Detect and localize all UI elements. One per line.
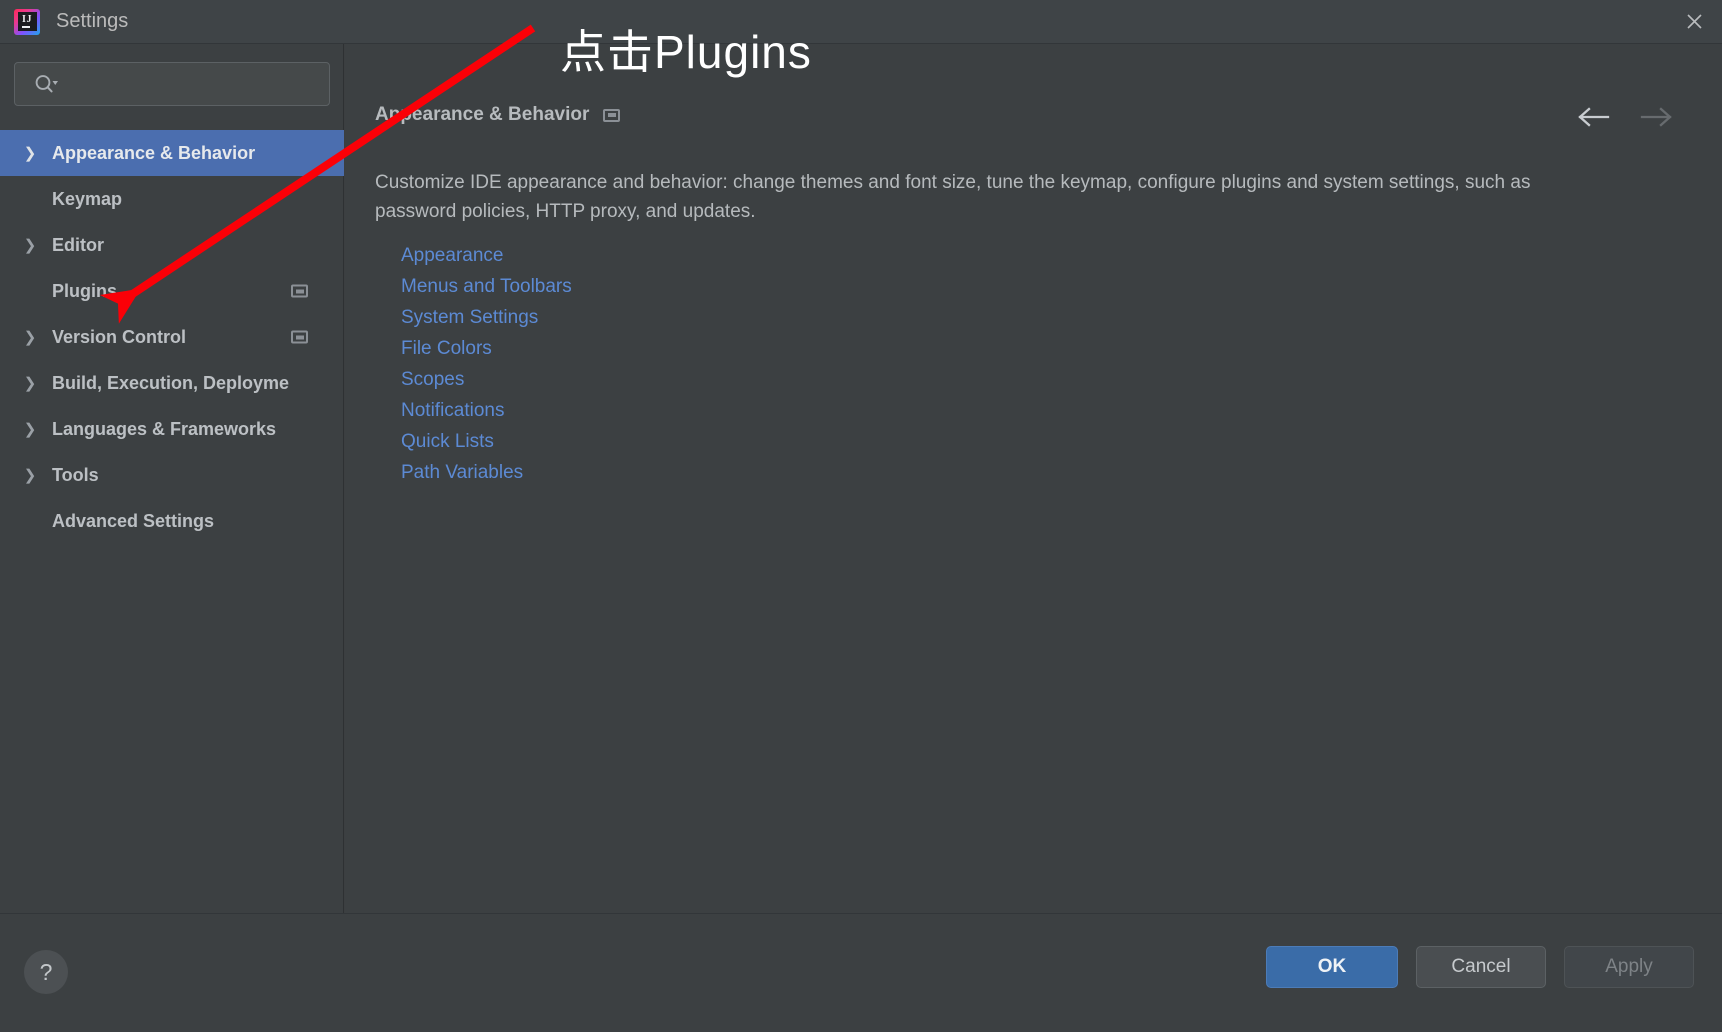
sidebar-item-keymap[interactable]: ❯Keymap: [0, 176, 344, 222]
sidebar-item-appearance-and-behavior[interactable]: ❯ Appearance & Behavior: [0, 130, 344, 176]
settings-link-list: Appearance Menus and Toolbars System Setti…: [401, 240, 572, 488]
dialog-button-row: OK Cancel Apply: [1266, 946, 1694, 988]
chevron-right-icon[interactable]: ❯: [22, 420, 38, 438]
search-icon: [33, 73, 59, 95]
page-description: Customize IDE appearance and behavior: c…: [375, 172, 1531, 222]
sidebar-item-build-execution-deployment[interactable]: ❯ Build, Execution, Deployme: [0, 360, 344, 406]
sidebar-item-label: Appearance & Behavior: [52, 142, 256, 163]
help-button[interactable]: ?: [24, 950, 68, 994]
sidebar-item-label: Advanced Settings: [52, 510, 215, 531]
chevron-right-icon[interactable]: ❯: [22, 144, 38, 162]
close-glyph: [1686, 13, 1702, 29]
sidebar-item-plugins[interactable]: ❯Plugins: [0, 268, 344, 314]
dialog-footer: ? OK Cancel Apply: [0, 913, 1722, 1032]
window-title: Settings: [56, 10, 129, 32]
intellij-idea-logo-icon: IJ: [14, 8, 40, 35]
sidebar-item-label: Keymap: [52, 188, 123, 209]
sidebar-item-tools[interactable]: ❯ Tools: [0, 452, 344, 498]
link-appearance[interactable]: Appearance: [401, 240, 503, 271]
sidebar-item-label: Editor: [52, 234, 104, 255]
settings-sidebar: ❯Appearance & Behavior❯Keymap❯Editor❯Plu…: [0, 44, 344, 913]
link-notifications[interactable]: Notifications: [401, 395, 505, 426]
link-system-settings[interactable]: System Settings: [401, 302, 538, 333]
page-title: Appearance & Behavior: [375, 104, 590, 125]
arrow-left-icon[interactable]: [1576, 102, 1610, 132]
sidebar-item-label: Languages & Frameworks: [52, 418, 277, 439]
breadcrumb: Appearance & Behavior: [375, 104, 621, 126]
sidebar-item-label: Build, Execution, Deployme: [52, 372, 290, 393]
sidebar-item-label: Tools: [52, 464, 99, 485]
chevron-right-icon[interactable]: ❯: [22, 466, 38, 484]
link-path-variables[interactable]: Path Variables: [401, 457, 523, 488]
sidebar-item-languages-and-frameworks[interactable]: ❯ Languages & Frameworks: [0, 406, 344, 452]
settings-main-panel: Appearance & Behavior Customize IDE appe…: [345, 44, 1722, 913]
arrow-right-icon[interactable]: [1640, 102, 1674, 132]
sidebar-item-version-control[interactable]: ❯ Version Control: [0, 314, 344, 360]
chevron-right-icon[interactable]: ❯: [22, 328, 38, 346]
sidebar-item-advanced-settings[interactable]: ❯Advanced Settings: [0, 498, 344, 544]
chevron-right-icon[interactable]: ❯: [22, 236, 38, 254]
project-scope-icon: [291, 284, 308, 298]
link-menus-and-toolbars[interactable]: Menus and Toolbars: [401, 271, 572, 302]
link-scopes[interactable]: Scopes: [401, 364, 464, 395]
sidebar-item-label: Plugins: [52, 280, 118, 301]
title-bar: IJ Settings: [0, 0, 1722, 44]
sidebar-item-editor[interactable]: ❯ Editor: [0, 222, 344, 268]
history-navigation: [1576, 102, 1674, 132]
close-icon[interactable]: [1666, 0, 1722, 42]
settings-dialog: IJ Settings ❯Appearance & Behavior❯Keyma…: [0, 0, 1722, 1032]
project-scope-icon: [291, 330, 308, 344]
cancel-button[interactable]: Cancel: [1416, 946, 1546, 988]
search-input[interactable]: [65, 63, 329, 105]
apply-button[interactable]: Apply: [1564, 946, 1694, 988]
ok-button[interactable]: OK: [1266, 946, 1398, 988]
link-quick-lists[interactable]: Quick Lists: [401, 426, 494, 457]
project-scope-icon: [603, 108, 621, 122]
sidebar-item-label: Version Control: [52, 326, 187, 347]
link-file-colors[interactable]: File Colors: [401, 333, 492, 364]
settings-nav-list: ❯Appearance & Behavior❯Keymap❯Editor❯Plu…: [0, 130, 344, 544]
chevron-right-icon[interactable]: ❯: [22, 374, 38, 392]
search-box[interactable]: [14, 62, 330, 106]
